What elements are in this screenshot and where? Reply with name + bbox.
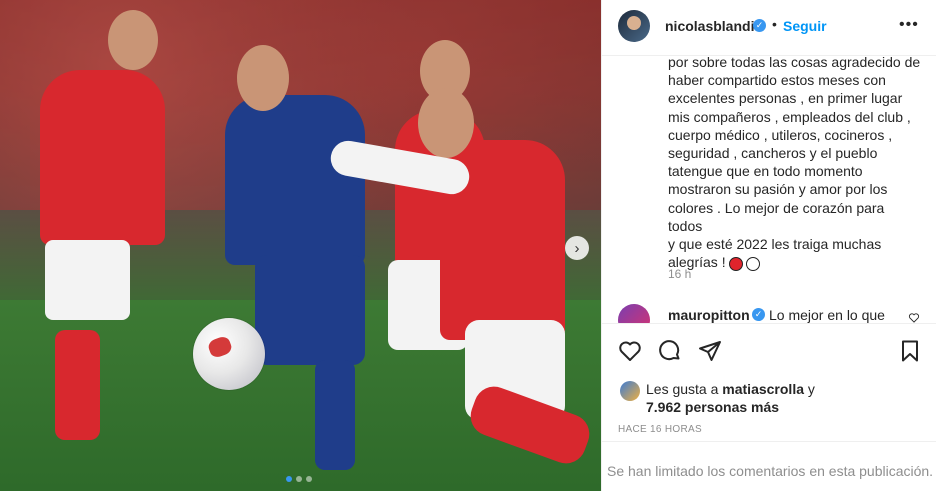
comment-like-icon[interactable] (908, 313, 920, 323)
white-circle-icon (746, 256, 761, 271)
caption-line: por sobre todas las cosas agradecido de (668, 54, 921, 70)
actions-divider (602, 323, 936, 324)
likes-line: Les gusta a matiascrolla y (646, 381, 815, 397)
follow-button[interactable]: Seguir (783, 18, 827, 34)
post-header: nicolasblandi ✓ • Seguir ••• (602, 0, 936, 56)
carousel-dot (296, 476, 302, 482)
liker-username[interactable]: matiascrolla (722, 381, 804, 397)
player-head (418, 88, 474, 158)
player-figure (55, 330, 100, 440)
caption-line: mis compañeros , empleados del club , (668, 108, 911, 125)
player-figure (45, 240, 130, 320)
comment-text: Lo mejor en lo que (769, 307, 885, 323)
caption-line: y que esté 2022 les traiga muchas (668, 236, 882, 253)
player-figure (255, 255, 365, 365)
author-avatar[interactable] (618, 10, 650, 42)
save-icon[interactable] (898, 339, 922, 363)
like-icon[interactable] (618, 339, 642, 363)
player-figure (225, 95, 365, 265)
comment-item: mauropitton ✓ Lo mejor en lo que (618, 303, 928, 323)
verified-badge-icon: ✓ (753, 19, 766, 32)
post-caption: por sobre todas las cosas agradecido de … (668, 53, 922, 271)
post-media[interactable]: › (0, 0, 601, 491)
comment-icon[interactable] (658, 339, 682, 363)
caption-line: cuerpo médico , utileros, cocineros , (668, 126, 893, 143)
carousel-dot (286, 476, 292, 482)
player-head (237, 45, 289, 111)
post-timestamp[interactable]: HACE 16 HORAS (618, 424, 702, 435)
likes-prefix: Les gusta a (646, 381, 723, 397)
author-username[interactable]: nicolasblandi (665, 18, 754, 34)
commenter-username[interactable]: mauropitton (668, 307, 750, 323)
soccer-ball (193, 318, 265, 390)
verified-badge-icon: ✓ (752, 308, 765, 321)
share-icon[interactable] (698, 339, 722, 363)
likes-suffix: y (804, 381, 815, 397)
player-figure (40, 70, 165, 245)
caption-line: seguridad , cancheros y el pueblo (668, 145, 878, 162)
red-circle-icon (729, 256, 744, 271)
likes-count[interactable]: 7.962 personas más (646, 399, 779, 415)
liker-avatar[interactable] (620, 381, 640, 401)
more-options-icon[interactable]: ••• (899, 16, 919, 34)
comments-limited-notice: Se han limitado los comentarios en esta … (602, 441, 936, 492)
caption-line-last: alegrías ! (668, 253, 922, 271)
next-media-button[interactable]: › (565, 236, 589, 260)
caption-line: colores . Lo mejor de corazón para todos (668, 199, 885, 234)
player-figure (315, 360, 355, 470)
commenter-avatar[interactable] (618, 304, 650, 323)
caption-line: tatengue que en todo momento (668, 163, 863, 180)
caption-line: excelentes personas , en primer lugar (668, 90, 903, 107)
caption-line: mostraron su pasión y amor por los (668, 181, 888, 198)
carousel-indicator (286, 476, 312, 482)
post-side-panel: nicolasblandi ✓ • Seguir ••• por sobre t… (601, 0, 936, 491)
player-head (108, 10, 158, 70)
carousel-dot (306, 476, 312, 482)
comments-limited-text: Se han limitado los comentarios en esta … (607, 463, 934, 479)
header-separator: • (772, 16, 777, 32)
caption-time[interactable]: 16 h (668, 267, 691, 281)
caption-line: haber compartido estos meses con (668, 72, 886, 89)
